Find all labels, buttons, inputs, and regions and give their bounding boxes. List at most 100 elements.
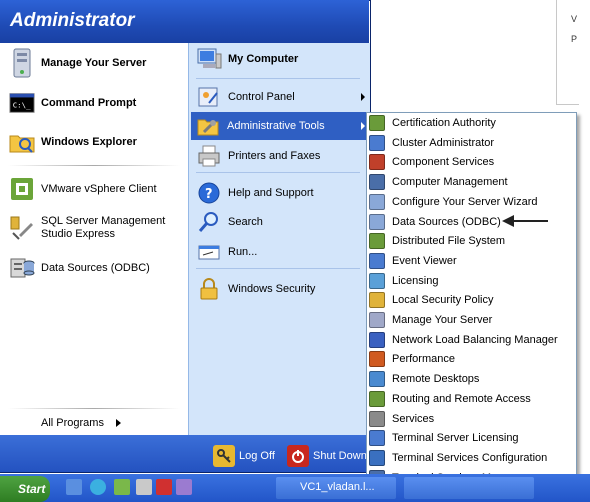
all-programs-button[interactable]: All Programs [41, 413, 121, 433]
submenu-item-configure-server[interactable]: Configure Your Server Wizard [369, 192, 569, 212]
submenu-item-performance[interactable]: Performance [369, 349, 569, 369]
submenu-item-label: Performance [392, 353, 455, 366]
submenu-item-licensing[interactable]: Licensing [369, 271, 569, 291]
taskbar-button-vc1[interactable]: VC1_vladan.l... [276, 477, 396, 499]
submenu-item-label: Distributed File System [392, 235, 506, 248]
quicklaunch-ie-icon[interactable] [90, 479, 106, 495]
control-panel-icon [196, 84, 222, 110]
left-separator-bottom [8, 408, 180, 409]
left-separator [8, 165, 180, 166]
routing-icon [369, 390, 385, 407]
performance-icon [369, 351, 385, 368]
left-item-label: SQL Server Management Studio Express [41, 215, 166, 240]
right-item-search[interactable]: Search [196, 206, 263, 238]
submenu-item-label: Component Services [392, 156, 495, 169]
submenu-item-computer-management[interactable]: Computer Management [369, 172, 569, 192]
quicklaunch-icon[interactable] [114, 479, 130, 495]
submenu-item-component-services[interactable]: Component Services [369, 152, 569, 172]
right-item-windows-security[interactable]: Windows Security [196, 273, 315, 305]
submenu-item-ts-configuration[interactable]: Terminal Services Configuration [369, 448, 569, 468]
right-item-label: Help and Support [228, 186, 314, 199]
left-item-data-sources[interactable]: Data Sources (ODBC) [9, 252, 150, 284]
control-panel-arrow-icon [361, 93, 365, 101]
right-separator [196, 268, 360, 269]
left-item-label: Manage Your Server [41, 56, 147, 69]
shutdown-button[interactable]: Shut Down [287, 445, 367, 467]
left-item-label: Data Sources (ODBC) [41, 261, 150, 274]
data-sources-icon [369, 213, 385, 230]
right-item-label: Windows Security [228, 282, 316, 295]
background-window: V P [370, 0, 590, 110]
submenu-item-label: Data Sources (ODBC) [392, 215, 501, 228]
submenu-item-cert-authority[interactable]: Certification Authority [369, 113, 569, 133]
configure-server-icon [369, 193, 385, 210]
annotation-arrow [502, 215, 548, 227]
submenu-item-label: Remote Desktops [392, 373, 480, 386]
component-services-icon [369, 154, 385, 171]
submenu-item-label: Computer Management [392, 176, 508, 189]
submenu-item-label: Terminal Server Licensing [392, 432, 519, 445]
submenu-item-cluster-admin[interactable]: Cluster Administrator [369, 133, 569, 153]
start-button[interactable]: Start [0, 476, 50, 502]
submenu-item-event-viewer[interactable]: Event Viewer [369, 251, 569, 271]
lock-icon [196, 276, 222, 302]
submenu-item-label: Network Load Balancing Manager [392, 333, 558, 346]
sql-icon [9, 215, 35, 241]
right-item-label: Search [228, 215, 263, 228]
taskbar-button-label: VC1_vladan.l... [300, 481, 375, 493]
start-menu-header: Administrator [0, 0, 369, 43]
submenu-item-label: Licensing [392, 274, 439, 287]
submenu-item-label: Cluster Administrator [392, 136, 495, 149]
quicklaunch-icon[interactable] [156, 479, 172, 495]
left-item-manage-server[interactable]: Manage Your Server [9, 47, 146, 79]
quicklaunch-icon[interactable] [176, 479, 192, 495]
left-item-sql-server[interactable]: SQL Server Management Studio Express [9, 212, 165, 244]
right-item-administrative-tools[interactable]: Administrative Tools [191, 112, 367, 140]
submenu-item-services[interactable]: Services [369, 409, 569, 429]
right-item-control-panel[interactable]: Control Panel [196, 81, 295, 113]
start-label: Start [18, 482, 46, 496]
right-separator [196, 172, 360, 173]
right-item-my-computer[interactable]: My Computer [196, 43, 298, 75]
left-item-command-prompt[interactable]: C:\_ Command Prompt [9, 87, 136, 119]
admin-tools-arrow-icon [361, 122, 365, 130]
left-item-vmware[interactable]: VMware vSphere Client [9, 173, 157, 205]
right-item-printers[interactable]: Printers and Faxes [196, 140, 320, 172]
all-programs-label: All Programs [41, 416, 104, 429]
svg-text:?: ? [205, 187, 213, 202]
quicklaunch-icon[interactable] [136, 479, 152, 495]
admin-tools-icon [195, 113, 221, 139]
quicklaunch-icon[interactable] [66, 479, 82, 495]
server-icon [9, 48, 35, 78]
all-programs-arrow-icon [115, 419, 121, 427]
submenu-item-local-security[interactable]: Local Security Policy [369, 290, 569, 310]
right-item-label: Administrative Tools [227, 119, 325, 132]
submenu-item-manage-server[interactable]: Manage Your Server [369, 310, 569, 330]
submenu-item-label: Certification Authority [392, 117, 496, 129]
cert-authority-icon [369, 115, 385, 131]
right-item-run[interactable]: Run... [196, 236, 257, 268]
submenu-item-routing[interactable]: Routing and Remote Access [369, 389, 569, 409]
user-name: Administrator [10, 10, 135, 31]
submenu-item-remote-desktops[interactable]: Remote Desktops [369, 369, 569, 389]
left-item-label: Windows Explorer [41, 135, 137, 148]
submenu-item-nlb-manager[interactable]: Network Load Balancing Manager [369, 330, 569, 350]
submenu-item-ts-licensing[interactable]: Terminal Server Licensing [369, 428, 569, 448]
submenu-item-dfs[interactable]: Distributed File System [369, 231, 569, 251]
vmware-icon [9, 176, 35, 202]
my-computer-icon [196, 46, 222, 72]
taskbar-button[interactable] [404, 477, 534, 499]
right-separator [196, 78, 360, 79]
submenu-item-label: Terminal Services Configuration [392, 451, 548, 464]
logoff-button[interactable]: Log Off [213, 445, 275, 467]
right-item-help[interactable]: ? Help and Support [196, 177, 314, 209]
left-item-windows-explorer[interactable]: Windows Explorer [9, 126, 137, 158]
left-item-label: Command Prompt [41, 96, 137, 109]
odbc-icon [9, 255, 35, 281]
right-item-label: Run... [228, 245, 258, 258]
remote-desktops-icon [369, 371, 385, 388]
submenu-item-label: Routing and Remote Access [392, 392, 531, 405]
submenu-item-label: Configure Your Server Wizard [392, 195, 538, 208]
ts-configuration-icon [369, 449, 385, 466]
submenu-item-label: Services [392, 412, 435, 425]
